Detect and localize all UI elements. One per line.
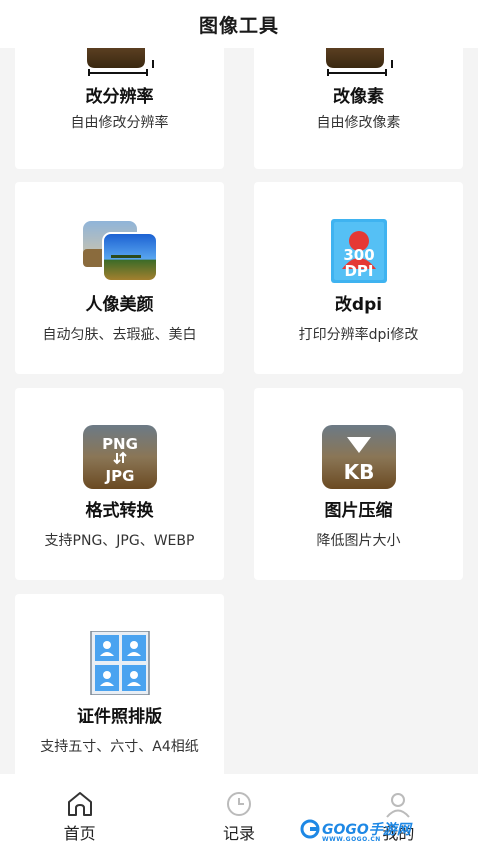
tool-grid: 改分辨率 自由修改分辨率 改像素 自由修改像素 人像美颜 自动匀肤、去瑕疵、美白… — [0, 48, 478, 774]
svg-text:PNG: PNG — [102, 435, 138, 453]
photo-resize-icon — [326, 48, 393, 76]
clock-icon — [226, 792, 251, 816]
app-header: 图像工具 — [0, 0, 478, 48]
watermark-sub: WWW.GOGO.CN — [322, 836, 381, 843]
tool-title: 改像素 — [333, 87, 384, 107]
tab-home[interactable]: 首页 — [0, 774, 159, 850]
id-photo-grid-icon — [89, 631, 150, 695]
tab-records[interactable]: 记录 — [159, 774, 318, 850]
tool-title: 改dpi — [334, 295, 383, 315]
tool-card-compress[interactable]: KB 图片压缩 降低图片大小 — [254, 388, 463, 580]
tab-label: 首页 — [63, 824, 96, 843]
watermark-icon — [300, 819, 320, 839]
tool-title: 证件照排版 — [77, 707, 162, 727]
tool-desc: 支持PNG、JPG、WEBP — [44, 533, 195, 549]
svg-text:JPG: JPG — [104, 467, 134, 485]
photo-resize-icon — [87, 48, 154, 76]
tool-card-resolution[interactable]: 改分辨率 自由修改分辨率 — [15, 48, 224, 169]
tool-desc: 降低图片大小 — [316, 533, 401, 549]
svg-text:DPI: DPI — [344, 262, 373, 280]
page-title: 图像工具 — [198, 14, 279, 37]
tool-card-format[interactable]: PNG JPG 格式转换 支持PNG、JPG、WEBP — [15, 388, 224, 580]
compress-icon: KB — [321, 425, 396, 489]
watermark-logo: GOGO手游网 WWW.GOGO.CN — [300, 818, 411, 843]
home-icon — [67, 792, 92, 816]
tool-desc: 自由修改像素 — [316, 115, 401, 131]
tool-card-pixels[interactable]: 改像素 自由修改像素 — [254, 48, 463, 169]
photo-stack-icon — [82, 221, 157, 282]
tool-title: 图片压缩 — [324, 501, 393, 521]
tool-card-idphoto[interactable]: 证件照排版 支持五寸、六寸、A4相纸 — [15, 594, 224, 774]
tool-title: 改分辨率 — [85, 87, 154, 107]
user-icon — [386, 793, 411, 818]
svg-text:KB: KB — [343, 460, 374, 484]
tool-title: 格式转换 — [85, 501, 154, 521]
tab-label: 记录 — [222, 824, 255, 843]
tool-desc: 支持五寸、六寸、A4相纸 — [40, 739, 199, 755]
tool-desc: 自由修改分辨率 — [70, 115, 169, 131]
tool-card-dpi[interactable]: 300 DPI 改dpi 打印分辨率dpi修改 — [254, 182, 463, 374]
format-convert-icon: PNG JPG — [82, 425, 157, 489]
tool-card-beauty[interactable]: 人像美颜 自动匀肤、去瑕疵、美白 — [15, 182, 224, 374]
dpi-icon: 300 DPI — [330, 219, 387, 283]
tool-title: 人像美颜 — [85, 295, 154, 315]
tool-desc: 打印分辨率dpi修改 — [298, 327, 419, 343]
tool-desc: 自动匀肤、去瑕疵、美白 — [42, 327, 197, 343]
